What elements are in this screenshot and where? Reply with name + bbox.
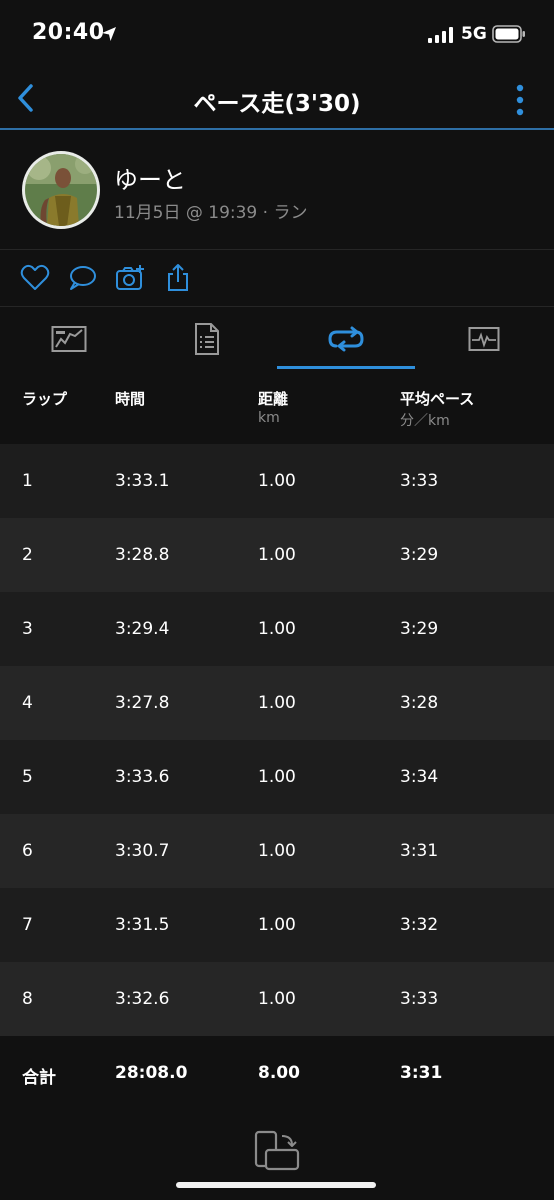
lap-number: 6	[22, 841, 33, 861]
add-photo-icon[interactable]	[115, 263, 145, 293]
table-row: 6 3:30.7 1.00 3:31	[0, 814, 554, 888]
lap-distance: 1.00	[258, 767, 296, 787]
social-actions	[0, 251, 554, 307]
lap-pace: 3:33	[400, 989, 439, 1009]
battery-icon	[492, 25, 525, 43]
nav-bar: ペース走(3'30)	[0, 70, 554, 130]
more-vertical-icon	[516, 84, 524, 116]
table-row: 8 3:32.6 1.00 3:33	[0, 962, 554, 1036]
lap-distance: 1.00	[258, 545, 296, 565]
tab-stats[interactable]	[138, 308, 276, 370]
lap-time: 3:33.1	[115, 471, 170, 491]
activity-laps-screen: 20:40 5G ペース走(3'30) ゆーと 11月5日 @ 19:39 · …	[0, 0, 554, 1200]
lap-number: 1	[22, 471, 33, 491]
header-avg-pace: 平均ペース	[400, 390, 475, 408]
lap-number: 4	[22, 693, 33, 713]
more-options-button[interactable]	[508, 80, 532, 120]
activity-owner: ゆーと 11月5日 @ 19:39 · ラン	[0, 132, 554, 250]
total-pace: 3:31	[400, 1063, 443, 1083]
lap-time: 3:30.7	[115, 841, 170, 861]
heart-icon[interactable]	[20, 263, 50, 293]
table-row: 3 3:29.4 1.00 3:29	[0, 592, 554, 666]
stats-list-icon	[195, 323, 219, 355]
activity-tabs	[0, 308, 554, 370]
lap-time: 3:33.6	[115, 767, 170, 787]
lap-time: 3:28.8	[115, 545, 170, 565]
home-indicator[interactable]	[176, 1182, 376, 1188]
lap-distance: 1.00	[258, 471, 296, 491]
lap-distance: 1.00	[258, 693, 296, 713]
user-name[interactable]: ゆーと	[114, 160, 186, 195]
selected-tab-indicator	[277, 366, 415, 369]
lap-number: 8	[22, 989, 33, 1009]
tab-laps[interactable]	[277, 308, 415, 370]
lap-pace: 3:32	[400, 915, 439, 935]
header-distance: 距離	[258, 390, 289, 408]
lap-pace: 3:29	[400, 545, 439, 565]
table-row: 2 3:28.8 1.00 3:29	[0, 518, 554, 592]
total-row: 合計 28:08.0 8.00 3:31	[0, 1036, 554, 1110]
network-type: 5G	[461, 24, 487, 44]
header-lap: ラップ	[22, 390, 68, 408]
total-label: 合計	[22, 1068, 56, 1088]
lap-distance: 1.00	[258, 619, 296, 639]
lap-time: 3:31.5	[115, 915, 170, 935]
page-title: ペース走(3'30)	[193, 91, 361, 117]
status-time: 20:40	[32, 20, 105, 45]
table-row: 5 3:33.6 1.00 3:34	[0, 740, 554, 814]
status-bar: 20:40 5G	[0, 0, 554, 70]
lap-number: 3	[22, 619, 33, 639]
chart-overview-icon	[51, 326, 87, 352]
lap-distance: 1.00	[258, 989, 296, 1009]
header-avg-pace-unit: 分／km	[400, 413, 450, 429]
lap-pace: 3:34	[400, 767, 439, 787]
lap-distance: 1.00	[258, 915, 296, 935]
lap-pace: 3:33	[400, 471, 439, 491]
total-time: 28:08.0	[115, 1063, 188, 1083]
header-time: 時間	[115, 390, 146, 408]
laps-table-header: ラップ 時間 距離 km 平均ペース 分／km	[0, 370, 554, 444]
lap-number: 5	[22, 767, 33, 787]
activity-graph-icon	[468, 327, 500, 351]
laps-loop-icon	[328, 326, 364, 352]
avatar[interactable]	[22, 151, 100, 229]
total-distance: 8.00	[258, 1063, 300, 1083]
lap-pace: 3:31	[400, 841, 439, 861]
lap-number: 7	[22, 915, 33, 935]
lap-pace: 3:29	[400, 619, 439, 639]
share-icon[interactable]	[163, 263, 193, 293]
lap-time: 3:32.6	[115, 989, 170, 1009]
lap-number: 2	[22, 545, 33, 565]
avatar-photo	[25, 154, 97, 226]
lap-time: 3:27.8	[115, 693, 170, 713]
location-arrow-icon	[102, 27, 116, 41]
tab-graphs[interactable]	[415, 308, 553, 370]
lap-pace: 3:28	[400, 693, 439, 713]
table-row: 1 3:33.1 1.00 3:33	[0, 444, 554, 518]
table-row: 4 3:27.8 1.00 3:28	[0, 666, 554, 740]
lap-time: 3:29.4	[115, 619, 170, 639]
signal-bars-icon	[428, 27, 453, 43]
lap-distance: 1.00	[258, 841, 296, 861]
tab-overview[interactable]	[0, 308, 138, 370]
table-row: 7 3:31.5 1.00 3:32	[0, 888, 554, 962]
activity-date-type: 11月5日 @ 19:39 · ラン	[114, 203, 308, 223]
rotate-screen-icon[interactable]	[254, 1130, 300, 1172]
comment-icon[interactable]	[67, 263, 97, 293]
header-distance-unit: km	[258, 410, 280, 426]
